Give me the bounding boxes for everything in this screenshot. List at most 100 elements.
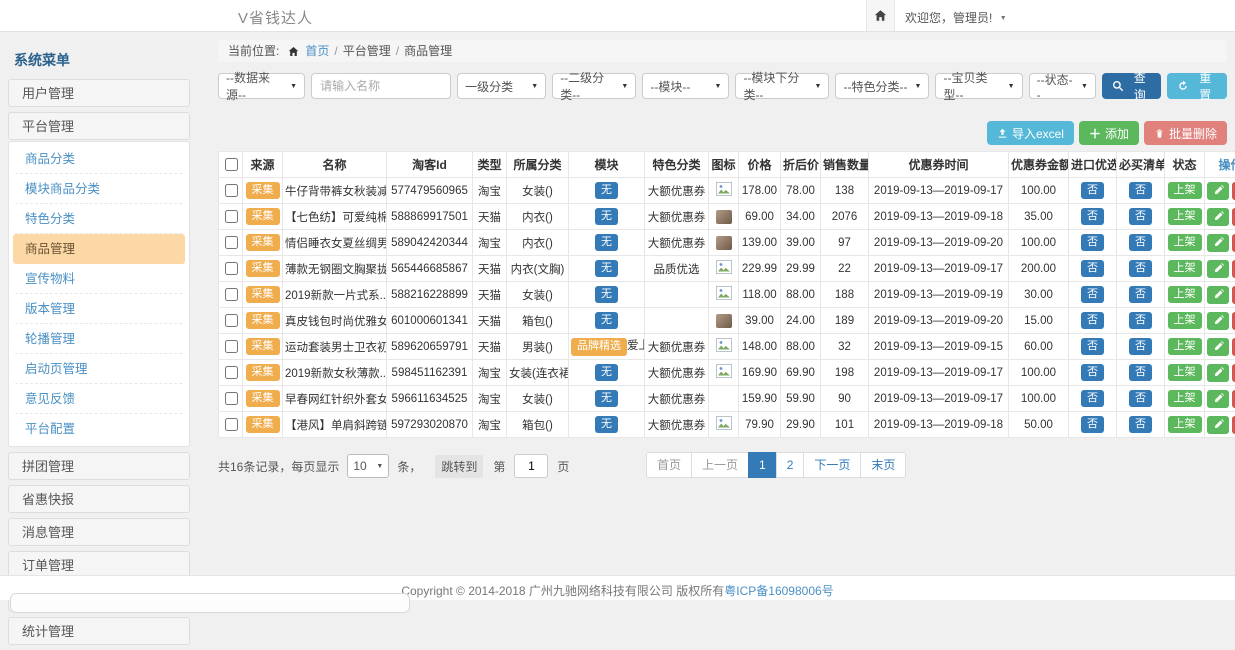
must-buy-toggle[interactable]: 否 — [1129, 208, 1152, 225]
edit-button[interactable] — [1207, 390, 1229, 408]
filter-select-二级分类[interactable]: --二级分类--▼ — [552, 73, 636, 99]
sidebar-item-用户管理[interactable]: 用户管理 — [8, 79, 190, 107]
sidebar-subitem-平台配置[interactable]: 平台配置 — [13, 414, 185, 444]
filter-select-状态[interactable]: --状态--▼ — [1029, 73, 1096, 99]
edit-button[interactable] — [1207, 364, 1229, 382]
page-button-2[interactable]: 2 — [776, 452, 805, 478]
status-badge[interactable]: 上架 — [1168, 312, 1202, 329]
status-badge[interactable]: 上架 — [1168, 390, 1202, 407]
edit-button[interactable] — [1207, 234, 1229, 252]
user-menu[interactable]: 欢迎您，管理员! ▼ — [905, 9, 1007, 26]
row-checkbox[interactable] — [225, 210, 238, 223]
module-none-badge[interactable]: 无 — [595, 364, 618, 381]
must-buy-toggle[interactable]: 否 — [1129, 416, 1152, 433]
module-badge[interactable]: 品牌精选 — [571, 338, 627, 355]
filter-select-特色分类[interactable]: --特色分类--▼ — [835, 73, 929, 99]
row-checkbox[interactable] — [225, 288, 238, 301]
imported-toggle[interactable]: 否 — [1081, 208, 1104, 225]
imported-toggle[interactable]: 否 — [1081, 182, 1104, 199]
sidebar-subitem-商品管理[interactable]: 商品管理 — [13, 234, 185, 264]
sidebar-subitem-宣传物料[interactable]: 宣传物料 — [13, 264, 185, 294]
imported-toggle[interactable]: 否 — [1081, 286, 1104, 303]
sidebar-subitem-模块商品分类[interactable]: 模块商品分类 — [13, 174, 185, 204]
sidebar-item-平台管理[interactable]: 平台管理 — [8, 112, 190, 140]
home-button[interactable] — [866, 0, 895, 31]
status-badge[interactable]: 上架 — [1168, 364, 1202, 381]
add-button[interactable]: ＋ 添加 — [1079, 121, 1139, 145]
sidebar-subitem-启动页管理[interactable]: 启动页管理 — [13, 354, 185, 384]
must-buy-toggle[interactable]: 否 — [1129, 364, 1152, 381]
module-none-badge[interactable]: 无 — [595, 208, 618, 225]
filter-select-模块下分类[interactable]: --模块下分类--▼ — [735, 73, 829, 99]
module-none-badge[interactable]: 无 — [595, 182, 618, 199]
page-button-首页[interactable]: 首页 — [646, 452, 692, 478]
status-badge[interactable]: 上架 — [1168, 338, 1202, 355]
import-excel-button[interactable]: 导入excel — [987, 121, 1074, 145]
imported-toggle[interactable]: 否 — [1081, 364, 1104, 381]
sidebar-item-统计管理[interactable]: 统计管理 — [8, 617, 190, 645]
sidebar-item-省惠快报[interactable]: 省惠快报 — [8, 485, 190, 513]
filter-select-宝贝类型[interactable]: --宝贝类型--▼ — [935, 73, 1022, 99]
must-buy-toggle[interactable]: 否 — [1129, 182, 1152, 199]
must-buy-toggle[interactable]: 否 — [1129, 390, 1152, 407]
sidebar-subitem-特色分类[interactable]: 特色分类 — [13, 204, 185, 234]
module-none-badge[interactable]: 无 — [595, 260, 618, 277]
jump-button[interactable]: 跳转到 — [435, 455, 483, 478]
sidebar-item-消息管理[interactable]: 消息管理 — [8, 518, 190, 546]
sidebar-subitem-轮播管理[interactable]: 轮播管理 — [13, 324, 185, 354]
edit-button[interactable] — [1207, 260, 1229, 278]
filter-select-数据来源[interactable]: --数据来源--▼ — [218, 73, 305, 99]
sidebar-subitem-商品分类[interactable]: 商品分类 — [13, 144, 185, 174]
status-badge[interactable]: 上架 — [1168, 286, 1202, 303]
row-checkbox[interactable] — [225, 392, 238, 405]
page-button-1[interactable]: 1 — [748, 452, 777, 478]
sidebar-subitem-版本管理[interactable]: 版本管理 — [13, 294, 185, 324]
sidebar-item-拼团管理[interactable]: 拼团管理 — [8, 452, 190, 480]
imported-toggle[interactable]: 否 — [1081, 416, 1104, 433]
status-badge[interactable]: 上架 — [1168, 416, 1202, 433]
select-all-checkbox[interactable] — [225, 158, 238, 171]
breadcrumb-item-首页[interactable]: 首页 — [305, 40, 329, 62]
must-buy-toggle[interactable]: 否 — [1129, 260, 1152, 277]
must-buy-toggle[interactable]: 否 — [1129, 312, 1152, 329]
per-page-select[interactable]: 10 ▼ — [347, 454, 389, 478]
icp-link[interactable]: 粤ICP备16098006号 — [724, 584, 833, 598]
must-buy-toggle[interactable]: 否 — [1129, 234, 1152, 251]
row-checkbox[interactable] — [225, 236, 238, 249]
must-buy-toggle[interactable]: 否 — [1129, 338, 1152, 355]
module-none-badge[interactable]: 无 — [595, 312, 618, 329]
search-button[interactable]: 查询 — [1102, 73, 1162, 99]
imported-toggle[interactable]: 否 — [1081, 312, 1104, 329]
module-none-badge[interactable]: 无 — [595, 234, 618, 251]
page-button-下一页[interactable]: 下一页 — [803, 452, 861, 478]
status-badge[interactable]: 上架 — [1168, 234, 1202, 251]
filter-select-一级分类[interactable]: 一级分类▼ — [457, 73, 546, 99]
imported-toggle[interactable]: 否 — [1081, 234, 1104, 251]
sidebar-subitem-意见反馈[interactable]: 意见反馈 — [13, 384, 185, 414]
status-badge[interactable]: 上架 — [1168, 182, 1202, 199]
imported-toggle[interactable]: 否 — [1081, 338, 1104, 355]
page-number-input[interactable] — [514, 454, 548, 478]
module-none-badge[interactable]: 无 — [595, 416, 618, 433]
page-button-末页[interactable]: 末页 — [860, 452, 906, 478]
filter-select-模块[interactable]: --模块--▼ — [642, 73, 729, 99]
status-badge[interactable]: 上架 — [1168, 208, 1202, 225]
module-none-badge[interactable]: 无 — [595, 286, 618, 303]
name-search-input[interactable] — [311, 73, 451, 99]
edit-button[interactable] — [1207, 182, 1229, 200]
reset-button[interactable]: 重置 — [1167, 73, 1227, 99]
module-none-badge[interactable]: 无 — [595, 390, 618, 407]
row-checkbox[interactable] — [225, 184, 238, 197]
row-checkbox[interactable] — [225, 340, 238, 353]
page-button-上一页[interactable]: 上一页 — [691, 452, 749, 478]
edit-button[interactable] — [1207, 286, 1229, 304]
row-checkbox[interactable] — [225, 262, 238, 275]
edit-button[interactable] — [1207, 312, 1229, 330]
row-checkbox[interactable] — [225, 418, 238, 431]
status-badge[interactable]: 上架 — [1168, 260, 1202, 277]
must-buy-toggle[interactable]: 否 — [1129, 286, 1152, 303]
row-checkbox[interactable] — [225, 366, 238, 379]
batch-delete-button[interactable]: 批量删除 — [1144, 121, 1227, 145]
imported-toggle[interactable]: 否 — [1081, 260, 1104, 277]
edit-button[interactable] — [1207, 416, 1229, 434]
